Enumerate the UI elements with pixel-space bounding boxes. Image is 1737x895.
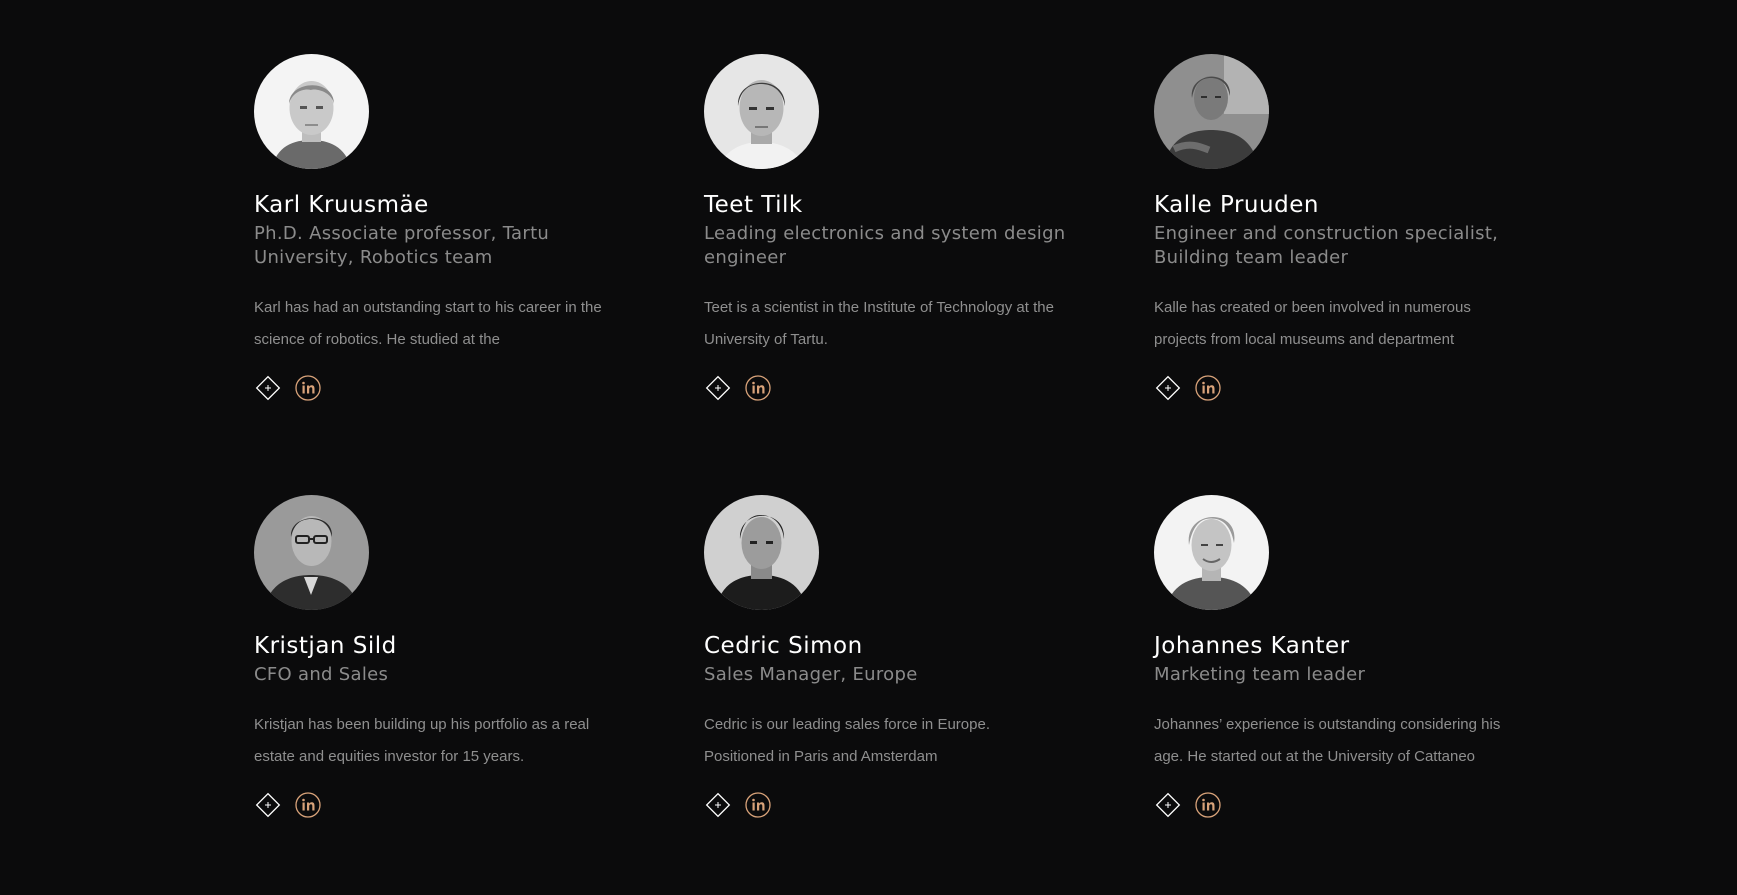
linkedin-icon bbox=[745, 375, 771, 401]
linkedin-button[interactable] bbox=[294, 791, 322, 819]
diamond-plus-icon bbox=[1155, 375, 1181, 401]
member-bio: Kalle has created or been involved in nu… bbox=[1154, 299, 1471, 348]
avatar bbox=[1154, 54, 1269, 169]
member-actions bbox=[254, 374, 704, 402]
member-name: Karl Kruusmäe bbox=[254, 192, 429, 218]
member-role: Leading electronics and system design en… bbox=[704, 223, 1066, 268]
team-member-card: Kalle Pruuden Engineer and construction … bbox=[1154, 54, 1604, 495]
avatar bbox=[254, 54, 369, 169]
diamond-plus-icon bbox=[705, 375, 731, 401]
linkedin-icon bbox=[295, 375, 321, 401]
diamond-plus-icon bbox=[1155, 792, 1181, 818]
member-name: Cedric Simon bbox=[704, 633, 863, 659]
linkedin-button[interactable] bbox=[294, 374, 322, 402]
member-bio: Johannes’ experience is outstanding cons… bbox=[1154, 716, 1501, 765]
diamond-plus-icon bbox=[705, 792, 731, 818]
linkedin-button[interactable] bbox=[744, 791, 772, 819]
member-actions bbox=[1154, 374, 1604, 402]
member-name: Kristjan Sild bbox=[254, 633, 397, 659]
member-actions bbox=[1154, 791, 1604, 819]
diamond-plus-icon bbox=[255, 375, 281, 401]
avatar bbox=[704, 54, 819, 169]
team-member-card: Cedric Simon Sales Manager, Europe Cedri… bbox=[704, 495, 1154, 895]
member-role: Engineer and construction specialist, Bu… bbox=[1154, 223, 1499, 268]
linkedin-button[interactable] bbox=[1194, 791, 1222, 819]
team-member-card: Johannes Kanter Marketing team leader Jo… bbox=[1154, 495, 1604, 895]
member-name: Teet Tilk bbox=[704, 192, 803, 218]
member-bio: Teet is a scientist in the Institute of … bbox=[704, 299, 1054, 348]
member-name: Kalle Pruuden bbox=[1154, 192, 1319, 218]
read-more-button[interactable] bbox=[254, 791, 282, 819]
linkedin-icon bbox=[1195, 375, 1221, 401]
portrait-photo bbox=[1154, 495, 1269, 610]
member-actions bbox=[254, 791, 704, 819]
member-name: Johannes Kanter bbox=[1154, 633, 1350, 659]
linkedin-button[interactable] bbox=[744, 374, 772, 402]
linkedin-icon bbox=[745, 792, 771, 818]
diamond-plus-icon bbox=[255, 792, 281, 818]
member-role: Ph.D. Associate professor, Tartu Univers… bbox=[254, 223, 550, 268]
member-role: Sales Manager, Europe bbox=[704, 664, 918, 685]
member-actions bbox=[704, 791, 1154, 819]
member-bio: Kristjan has been building up his portfo… bbox=[254, 716, 590, 765]
read-more-button[interactable] bbox=[1154, 374, 1182, 402]
read-more-button[interactable] bbox=[254, 374, 282, 402]
avatar bbox=[254, 495, 369, 610]
linkedin-button[interactable] bbox=[1194, 374, 1222, 402]
read-more-button[interactable] bbox=[704, 374, 732, 402]
read-more-button[interactable] bbox=[704, 791, 732, 819]
read-more-button[interactable] bbox=[1154, 791, 1182, 819]
team-member-card: Teet Tilk Leading electronics and system… bbox=[704, 54, 1154, 495]
member-bio: Karl has had an outstanding start to his… bbox=[254, 299, 602, 348]
portrait-photo bbox=[704, 54, 819, 169]
portrait-photo bbox=[254, 54, 369, 169]
member-bio: Cedric is our leading sales force in Eur… bbox=[704, 716, 990, 765]
linkedin-icon bbox=[1195, 792, 1221, 818]
team-member-card: Kristjan Sild CFO and Sales Kristjan has… bbox=[254, 495, 704, 895]
member-role: Marketing team leader bbox=[1154, 664, 1366, 685]
portrait-photo bbox=[254, 495, 369, 610]
avatar bbox=[704, 495, 819, 610]
team-member-card: Karl Kruusmäe Ph.D. Associate professor,… bbox=[254, 54, 704, 495]
linkedin-icon bbox=[295, 792, 321, 818]
member-role: CFO and Sales bbox=[254, 664, 389, 685]
team-grid: Karl Kruusmäe Ph.D. Associate professor,… bbox=[254, 54, 1614, 895]
portrait-photo bbox=[704, 495, 819, 610]
avatar bbox=[1154, 495, 1269, 610]
member-actions bbox=[704, 374, 1154, 402]
portrait-photo bbox=[1154, 54, 1269, 169]
